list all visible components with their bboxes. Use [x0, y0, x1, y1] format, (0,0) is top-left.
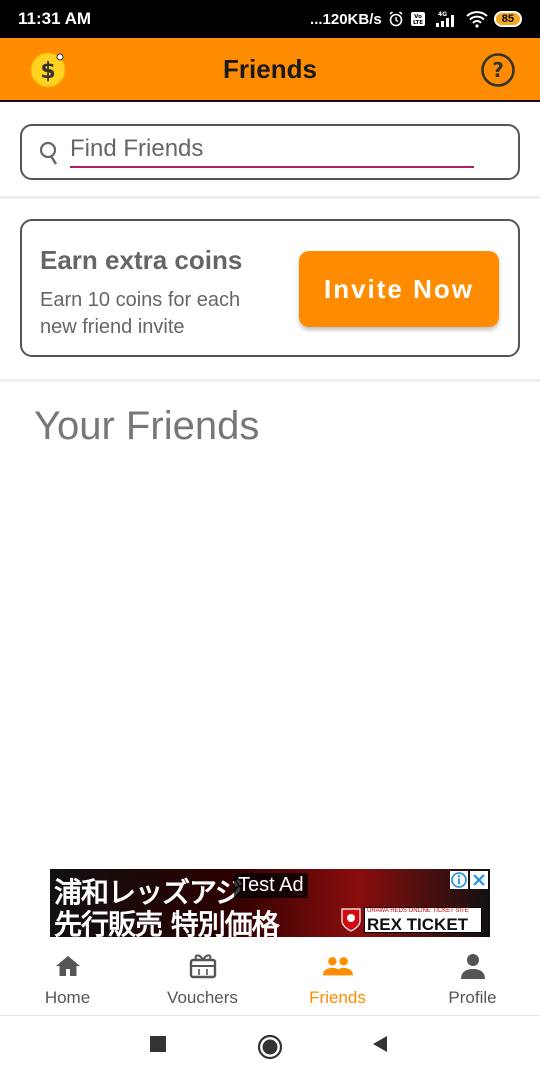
- nav-item-vouchers[interactable]: Vouchers: [135, 940, 270, 1015]
- status-bar: 11:31 AM ...120KB/s Vo LTE 4G 85: [0, 0, 540, 38]
- svg-text:LTE: LTE: [413, 20, 423, 26]
- invite-card: Earn extra coins Earn 10 coins for each …: [20, 219, 520, 357]
- nav-label-vouchers: Vouchers: [167, 988, 238, 1007]
- system-nav-bar: [0, 1017, 540, 1080]
- divider: [0, 379, 540, 382]
- nav-label-friends: Friends: [309, 988, 366, 1007]
- home-button-icon[interactable]: [257, 1034, 283, 1065]
- svg-text:?: ?: [492, 58, 504, 82]
- ad-brand-box: URAWA REDS ONLINE TICKET SITE REX TICKET: [364, 907, 482, 934]
- page-title: Friends: [223, 53, 317, 84]
- coin-dollar-icon[interactable]: $: [30, 52, 66, 88]
- app-bar: $ Friends ?: [0, 38, 540, 102]
- recent-apps-icon[interactable]: [149, 1035, 167, 1058]
- club-crest-icon: [340, 907, 362, 933]
- friends-icon: [322, 952, 353, 980]
- volte-icon: Vo LTE: [410, 11, 426, 27]
- profile-icon: [458, 952, 488, 980]
- alarm-icon: [388, 11, 404, 27]
- network-type-label: 4G: [438, 11, 447, 18]
- your-friends-heading: Your Friends: [34, 404, 260, 448]
- ad-label: Test Ad: [234, 873, 308, 898]
- back-icon[interactable]: [371, 1035, 389, 1058]
- search-box[interactable]: [20, 124, 520, 180]
- status-time: 11:31 AM: [18, 9, 92, 28]
- nav-item-home[interactable]: Home: [0, 940, 135, 1015]
- ad-text-line2: 先行販売 特別価格: [54, 908, 280, 937]
- ad-close-icon[interactable]: [470, 871, 488, 889]
- ad-brand: REX TICKET: [367, 915, 469, 934]
- nav-label-home: Home: [44, 988, 91, 1007]
- status-icons: ...120KB/s Vo LTE 4G 85: [310, 10, 522, 28]
- nav-label-profile: Profile: [448, 988, 497, 1007]
- wifi-icon: [466, 10, 488, 28]
- invite-now-button[interactable]: Invite Now: [299, 251, 499, 327]
- battery-icon: 85: [493, 11, 522, 27]
- ad-info-icon[interactable]: [450, 871, 468, 889]
- invite-heading: Earn extra coins: [40, 245, 243, 275]
- search-icon: [38, 140, 62, 168]
- search-input[interactable]: [70, 132, 474, 168]
- signal-icon: 4G: [432, 10, 460, 28]
- bottom-nav: Home Vouchers Friends Profile: [0, 940, 540, 1016]
- voucher-icon: [188, 952, 218, 980]
- svg-text:$: $: [40, 59, 55, 84]
- nav-item-profile[interactable]: Profile: [405, 940, 540, 1015]
- home-icon: [53, 952, 83, 980]
- divider: [0, 196, 540, 199]
- help-icon[interactable]: ?: [480, 52, 516, 88]
- nav-item-friends[interactable]: Friends: [270, 940, 405, 1015]
- ad-banner[interactable]: 浦和レッズアジ 先行販売 特別価格 Test Ad URAWA REDS ONL…: [50, 869, 490, 937]
- invite-description: Earn 10 coins for each new friend invite: [40, 289, 241, 338]
- ad-brand-subtitle: URAWA REDS ONLINE TICKET SITE: [367, 908, 469, 914]
- network-speed: ...120KB/s: [310, 10, 382, 28]
